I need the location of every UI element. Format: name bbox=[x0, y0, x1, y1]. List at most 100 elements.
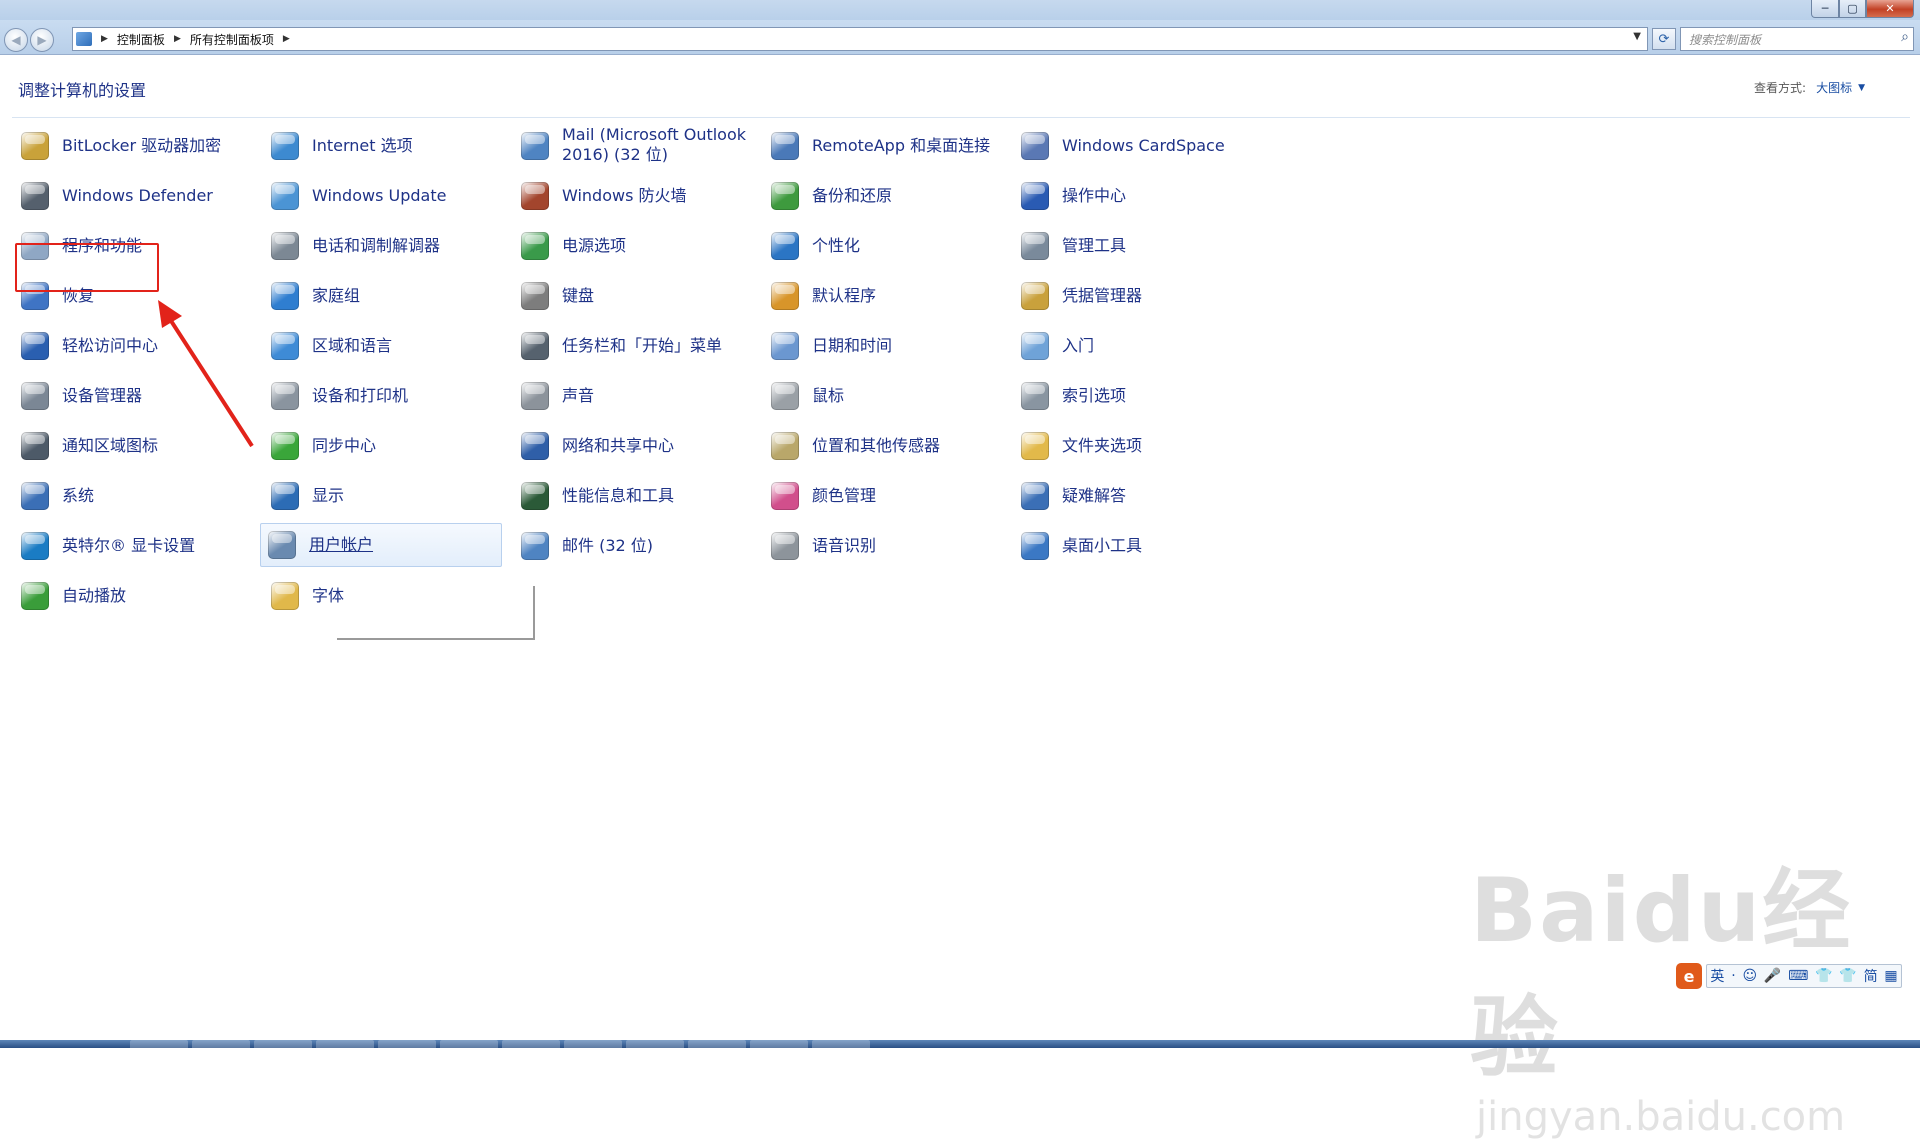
item-label[interactable]: 桌面小工具 bbox=[1062, 536, 1142, 556]
item-region-language[interactable]: 区域和语言 bbox=[264, 324, 506, 368]
item-indexing-options[interactable]: 索引选项 bbox=[1014, 374, 1256, 418]
item-label[interactable]: 网络和共享中心 bbox=[562, 436, 674, 456]
item-taskbar-start[interactable]: 任务栏和「开始」菜单 bbox=[514, 324, 756, 368]
item-label[interactable]: Windows Defender bbox=[62, 186, 213, 206]
item-performance[interactable]: 性能信息和工具 bbox=[514, 474, 756, 518]
item-label[interactable]: 电话和调制解调器 bbox=[312, 236, 440, 256]
search-input[interactable]: 搜索控制面板 ⌕ bbox=[1680, 27, 1914, 51]
item-autoplay[interactable]: 自动播放 bbox=[14, 574, 256, 618]
item-label[interactable]: 设备和打印机 bbox=[312, 386, 408, 406]
item-windows-firewall[interactable]: Windows 防火墙 bbox=[514, 174, 756, 218]
item-mouse[interactable]: 鼠标 bbox=[764, 374, 1006, 418]
item-label[interactable]: 系统 bbox=[62, 486, 94, 506]
item-label[interactable]: 凭据管理器 bbox=[1062, 286, 1142, 306]
item-label[interactable]: 疑难解答 bbox=[1062, 486, 1126, 506]
item-display[interactable]: 显示 bbox=[264, 474, 506, 518]
item-label[interactable]: 英特尔® 显卡设置 bbox=[62, 536, 195, 556]
item-intel-graphics[interactable]: 英特尔® 显卡设置 bbox=[14, 524, 256, 568]
item-mail-outlook[interactable]: Mail (Microsoft Outlook 2016) (32 位) bbox=[514, 124, 756, 168]
item-label[interactable]: Windows Update bbox=[312, 186, 446, 206]
chevron-down-icon[interactable]: ▼ bbox=[1858, 83, 1865, 93]
item-label[interactable]: 性能信息和工具 bbox=[562, 486, 674, 506]
item-credential-manager[interactable]: 凭据管理器 bbox=[1014, 274, 1256, 318]
item-label[interactable]: 默认程序 bbox=[812, 286, 876, 306]
taskbar-button[interactable] bbox=[192, 1040, 250, 1048]
item-bitlocker[interactable]: BitLocker 驱动器加密 bbox=[14, 124, 256, 168]
ime-button[interactable]: 简 bbox=[1864, 966, 1878, 986]
ime-button[interactable]: ⌨ bbox=[1788, 968, 1808, 984]
item-date-time[interactable]: 日期和时间 bbox=[764, 324, 1006, 368]
item-label[interactable]: 键盘 bbox=[562, 286, 594, 306]
item-label[interactable]: 备份和还原 bbox=[812, 186, 892, 206]
taskbar-button[interactable] bbox=[440, 1040, 498, 1048]
item-mail-32[interactable]: 邮件 (32 位) bbox=[514, 524, 756, 568]
taskbar-button[interactable] bbox=[812, 1040, 870, 1048]
item-label[interactable]: 入门 bbox=[1062, 336, 1094, 356]
item-devices-printers[interactable]: 设备和打印机 bbox=[264, 374, 506, 418]
item-action-center[interactable]: 操作中心 bbox=[1014, 174, 1256, 218]
item-power-options[interactable]: 电源选项 bbox=[514, 224, 756, 268]
item-label[interactable]: 电源选项 bbox=[562, 236, 626, 256]
taskbar-button[interactable] bbox=[130, 1040, 188, 1048]
item-label[interactable]: 操作中心 bbox=[1062, 186, 1126, 206]
item-label[interactable]: RemoteApp 和桌面连接 bbox=[812, 136, 990, 156]
item-label[interactable]: 邮件 (32 位) bbox=[562, 536, 653, 556]
item-label[interactable]: 同步中心 bbox=[312, 436, 376, 456]
item-speech-recognition[interactable]: 语音识别 bbox=[764, 524, 1006, 568]
item-getting-started[interactable]: 入门 bbox=[1014, 324, 1256, 368]
item-label[interactable]: Internet 选项 bbox=[312, 136, 413, 156]
taskbar-button[interactable] bbox=[316, 1040, 374, 1048]
item-desktop-gadgets[interactable]: 桌面小工具 bbox=[1014, 524, 1256, 568]
item-windows-update[interactable]: Windows Update bbox=[264, 174, 506, 218]
ime-button[interactable]: · bbox=[1731, 968, 1735, 984]
taskbar-button[interactable] bbox=[378, 1040, 436, 1048]
breadcrumb-arrow-icon[interactable]: ▶ bbox=[283, 34, 290, 44]
ime-button[interactable]: 🎤 bbox=[1764, 968, 1781, 984]
item-label[interactable]: Windows 防火墙 bbox=[562, 186, 687, 206]
item-system[interactable]: 系统 bbox=[14, 474, 256, 518]
item-label[interactable]: 声音 bbox=[562, 386, 594, 406]
back-button[interactable]: ◀ bbox=[4, 28, 28, 52]
taskbar-button[interactable] bbox=[688, 1040, 746, 1048]
item-label[interactable]: 个性化 bbox=[812, 236, 860, 256]
close-button[interactable]: ✕ bbox=[1866, 0, 1914, 18]
address-bar[interactable]: ▶ 控制面板 ▶ 所有控制面板项 ▶ ▼ bbox=[72, 27, 1648, 51]
ime-button[interactable]: 👕 bbox=[1839, 968, 1856, 984]
ime-button[interactable]: ▦ bbox=[1884, 968, 1897, 984]
item-windows-defender[interactable]: Windows Defender bbox=[14, 174, 256, 218]
taskbar-button[interactable] bbox=[254, 1040, 312, 1048]
item-color-management[interactable]: 颜色管理 bbox=[764, 474, 1006, 518]
item-label[interactable]: 日期和时间 bbox=[812, 336, 892, 356]
item-label[interactable]: 通知区域图标 bbox=[62, 436, 158, 456]
item-network-sharing[interactable]: 网络和共享中心 bbox=[514, 424, 756, 468]
item-label[interactable]: Mail (Microsoft Outlook 2016) (32 位) bbox=[562, 125, 752, 165]
ime-button[interactable]: ☺ bbox=[1742, 968, 1757, 984]
item-label[interactable]: 位置和其他传感器 bbox=[812, 436, 940, 456]
item-cardspace[interactable]: Windows CardSpace bbox=[1014, 124, 1256, 168]
taskbar-button[interactable] bbox=[564, 1040, 622, 1048]
maximize-button[interactable]: ▢ bbox=[1839, 0, 1866, 18]
item-admin-tools[interactable]: 管理工具 bbox=[1014, 224, 1256, 268]
item-label[interactable]: Windows CardSpace bbox=[1062, 136, 1225, 156]
search-icon[interactable]: ⌕ bbox=[1901, 29, 1909, 45]
item-label[interactable]: 轻松访问中心 bbox=[62, 336, 158, 356]
breadcrumb-all-items[interactable]: 所有控制面板项 bbox=[190, 31, 274, 48]
item-remoteapp[interactable]: RemoteApp 和桌面连接 bbox=[764, 124, 1006, 168]
breadcrumb-arrow-icon[interactable]: ▶ bbox=[174, 34, 181, 44]
ime-button[interactable]: 英 bbox=[1710, 966, 1724, 986]
taskbar-button[interactable] bbox=[750, 1040, 808, 1048]
item-label[interactable]: 区域和语言 bbox=[312, 336, 392, 356]
item-folder-options[interactable]: 文件夹选项 bbox=[1014, 424, 1256, 468]
item-label[interactable]: 任务栏和「开始」菜单 bbox=[562, 336, 722, 356]
item-label[interactable]: 语音识别 bbox=[812, 536, 876, 556]
item-location-sensors[interactable]: 位置和其他传感器 bbox=[764, 424, 1006, 468]
item-backup-restore[interactable]: 备份和还原 bbox=[764, 174, 1006, 218]
item-label[interactable]: 颜色管理 bbox=[812, 486, 876, 506]
item-label[interactable]: 鼠标 bbox=[812, 386, 844, 406]
item-keyboard[interactable]: 键盘 bbox=[514, 274, 756, 318]
taskbar-button[interactable] bbox=[626, 1040, 684, 1048]
view-by-dropdown[interactable]: 大图标 bbox=[1816, 79, 1852, 96]
taskbar-button[interactable] bbox=[502, 1040, 560, 1048]
address-dropdown-icon[interactable]: ▼ bbox=[1633, 31, 1641, 42]
item-phone-modem[interactable]: 电话和调制解调器 bbox=[264, 224, 506, 268]
